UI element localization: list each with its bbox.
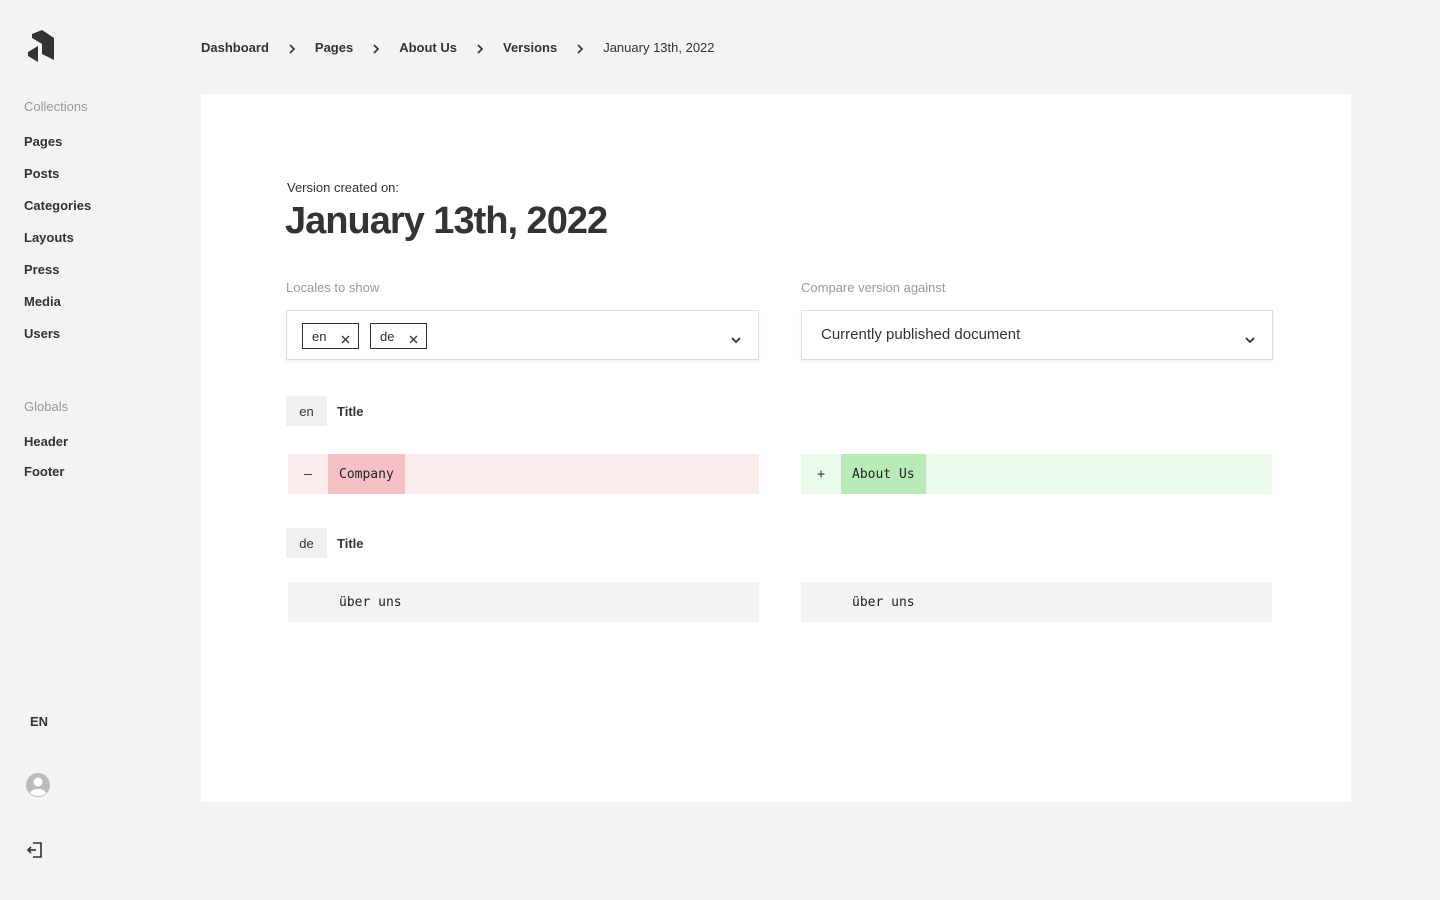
diff-unchanged-text: über uns (852, 594, 915, 610)
chevron-down-icon[interactable] (1245, 331, 1255, 344)
breadcrumb-current: January 13th, 2022 (603, 39, 715, 55)
compare-select[interactable]: Currently published document (801, 310, 1273, 360)
diff-unchanged-row-left: über uns (288, 582, 759, 622)
locale-chip-label: en (312, 328, 327, 344)
nav-link-categories[interactable]: Categories (24, 198, 91, 213)
version-created-label: Version created on: (287, 180, 400, 195)
breadcrumb-dashboard[interactable]: Dashboard (201, 40, 269, 55)
plus-icon: + (817, 466, 825, 482)
payload-logo-icon[interactable] (26, 30, 56, 64)
nav-link-layouts[interactable]: Layouts (24, 230, 74, 245)
locale-chip-label: de (380, 328, 395, 344)
nav-link-pages[interactable]: Pages (24, 134, 62, 149)
locale-chip-de: de (370, 323, 427, 349)
breadcrumb-versions[interactable]: Versions (503, 40, 557, 55)
field-name-title: Title (337, 404, 364, 419)
sidebar: Collections Pages Posts Categories Layou… (0, 0, 180, 900)
globals-heading: Globals (24, 399, 69, 414)
breadcrumb-about-us[interactable]: About Us (399, 40, 457, 55)
diff-removed-text: Company (328, 454, 405, 494)
chevron-right-icon (372, 42, 380, 54)
chevron-right-icon (476, 42, 484, 54)
compare-select-value: Currently published document (821, 326, 1021, 343)
locale-chip-en: en (302, 323, 359, 349)
diff-removed-row: – Company (288, 454, 759, 494)
locale-badge-en: en (286, 396, 327, 426)
breadcrumb-pages[interactable]: Pages (315, 40, 353, 55)
page-title: January 13th, 2022 (285, 200, 608, 242)
chevron-right-icon (288, 42, 296, 54)
breadcrumb: Dashboard Pages About Us Versions Januar… (201, 38, 715, 56)
nav-link-posts[interactable]: Posts (24, 166, 59, 181)
nav-link-media[interactable]: Media (24, 294, 61, 309)
minus-icon: – (304, 466, 312, 482)
locale-badge-de: de (286, 528, 327, 558)
language-toggle[interactable]: EN (30, 714, 48, 729)
version-card: Version created on: January 13th, 2022 L… (201, 94, 1351, 802)
logout-icon[interactable] (26, 841, 44, 859)
chevron-right-icon (576, 42, 584, 54)
field-name-title: Title (337, 536, 364, 551)
nav-link-header[interactable]: Header (24, 434, 68, 449)
locales-label: Locales to show (286, 280, 380, 295)
close-icon[interactable] (341, 332, 350, 344)
nav-link-press[interactable]: Press (24, 262, 59, 277)
compare-label: Compare version against (801, 280, 946, 295)
diff-unchanged-text: über uns (339, 594, 402, 610)
diff-added-row: + About Us (801, 454, 1272, 494)
user-avatar-icon[interactable] (26, 773, 50, 797)
locales-select[interactable]: en de (286, 310, 759, 360)
diff-unchanged-row-right: über uns (801, 582, 1272, 622)
collections-heading: Collections (24, 99, 88, 114)
nav-link-users[interactable]: Users (24, 326, 60, 341)
chevron-down-icon[interactable] (731, 331, 741, 344)
nav-link-footer[interactable]: Footer (24, 464, 64, 479)
diff-added-text: About Us (841, 454, 926, 494)
close-icon[interactable] (409, 332, 418, 344)
